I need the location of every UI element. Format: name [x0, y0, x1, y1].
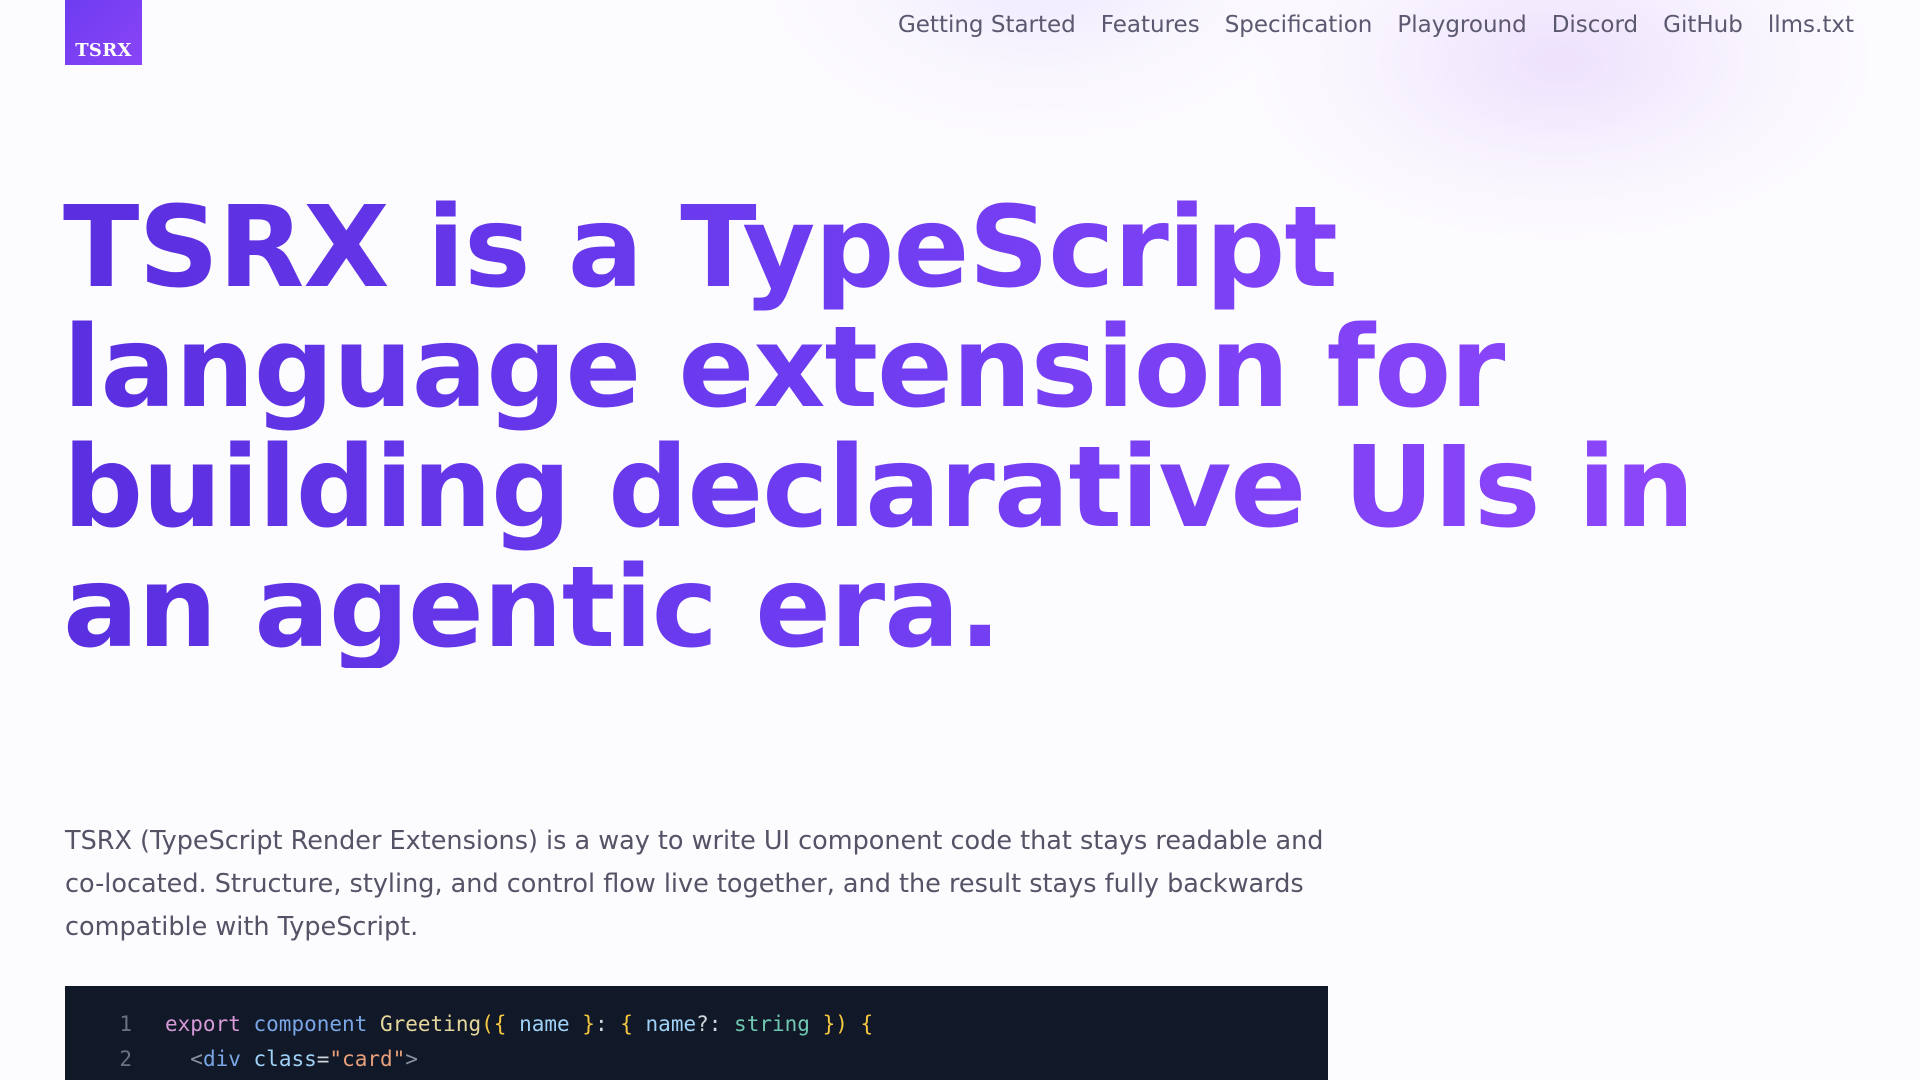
hero-description: TSRX (TypeScript Render Extensions) is a…	[65, 826, 1324, 942]
code-token: })	[822, 1012, 848, 1036]
nav-link-features[interactable]: Features	[1101, 12, 1200, 38]
line-number: 2	[119, 1047, 132, 1071]
line-number: 1	[119, 1012, 132, 1036]
code-token: <	[165, 1047, 203, 1071]
code-token: }	[582, 1012, 595, 1036]
code-text: <div class="card">	[165, 1042, 418, 1077]
code-token: ?:	[696, 1012, 735, 1036]
nav-link-github[interactable]: GitHub	[1663, 12, 1743, 38]
code-text: export component Greeting({ name }: { na…	[165, 1007, 873, 1042]
code-token: export	[165, 1012, 241, 1036]
code-token: {	[860, 1012, 874, 1036]
code-token: div	[202, 1047, 241, 1071]
code-token: name	[506, 1012, 583, 1036]
nav-link-specification[interactable]: Specification	[1225, 12, 1373, 38]
hero-heading: TSRX is a TypeScript language extension …	[63, 188, 1863, 668]
nav-link-playground[interactable]: Playground	[1397, 12, 1526, 38]
code-example: 1 export component Greeting({ name }: { n…	[65, 986, 1328, 1080]
top-nav: Getting Started Features Specification P…	[898, 12, 1854, 38]
code-token: ({	[481, 1012, 507, 1036]
code-token: Greeting	[379, 1012, 482, 1036]
code-token: =	[316, 1047, 330, 1071]
code-token: "card"	[329, 1047, 406, 1071]
code-token: component	[253, 1012, 368, 1036]
code-token: >	[405, 1047, 418, 1071]
nav-link-discord[interactable]: Discord	[1552, 12, 1638, 38]
code-token: string	[734, 1012, 810, 1036]
code-line: 1 export component Greeting({ name }: { n…	[65, 1007, 1328, 1042]
nav-link-getting-started[interactable]: Getting Started	[898, 12, 1076, 38]
code-token: :	[594, 1012, 621, 1036]
code-line: 2 <div class="card">	[65, 1042, 1328, 1077]
landing-page: TSRX Getting Started Features Specificat…	[0, 0, 1920, 1080]
nav-link-llms-txt[interactable]: llms.txt	[1768, 12, 1854, 38]
code-token: class	[253, 1047, 317, 1071]
code-token: {	[620, 1012, 633, 1036]
tsrx-logo-link[interactable]: TSRX	[65, 0, 142, 65]
logo-text: TSRX	[75, 40, 132, 61]
code-token: name	[632, 1012, 697, 1036]
